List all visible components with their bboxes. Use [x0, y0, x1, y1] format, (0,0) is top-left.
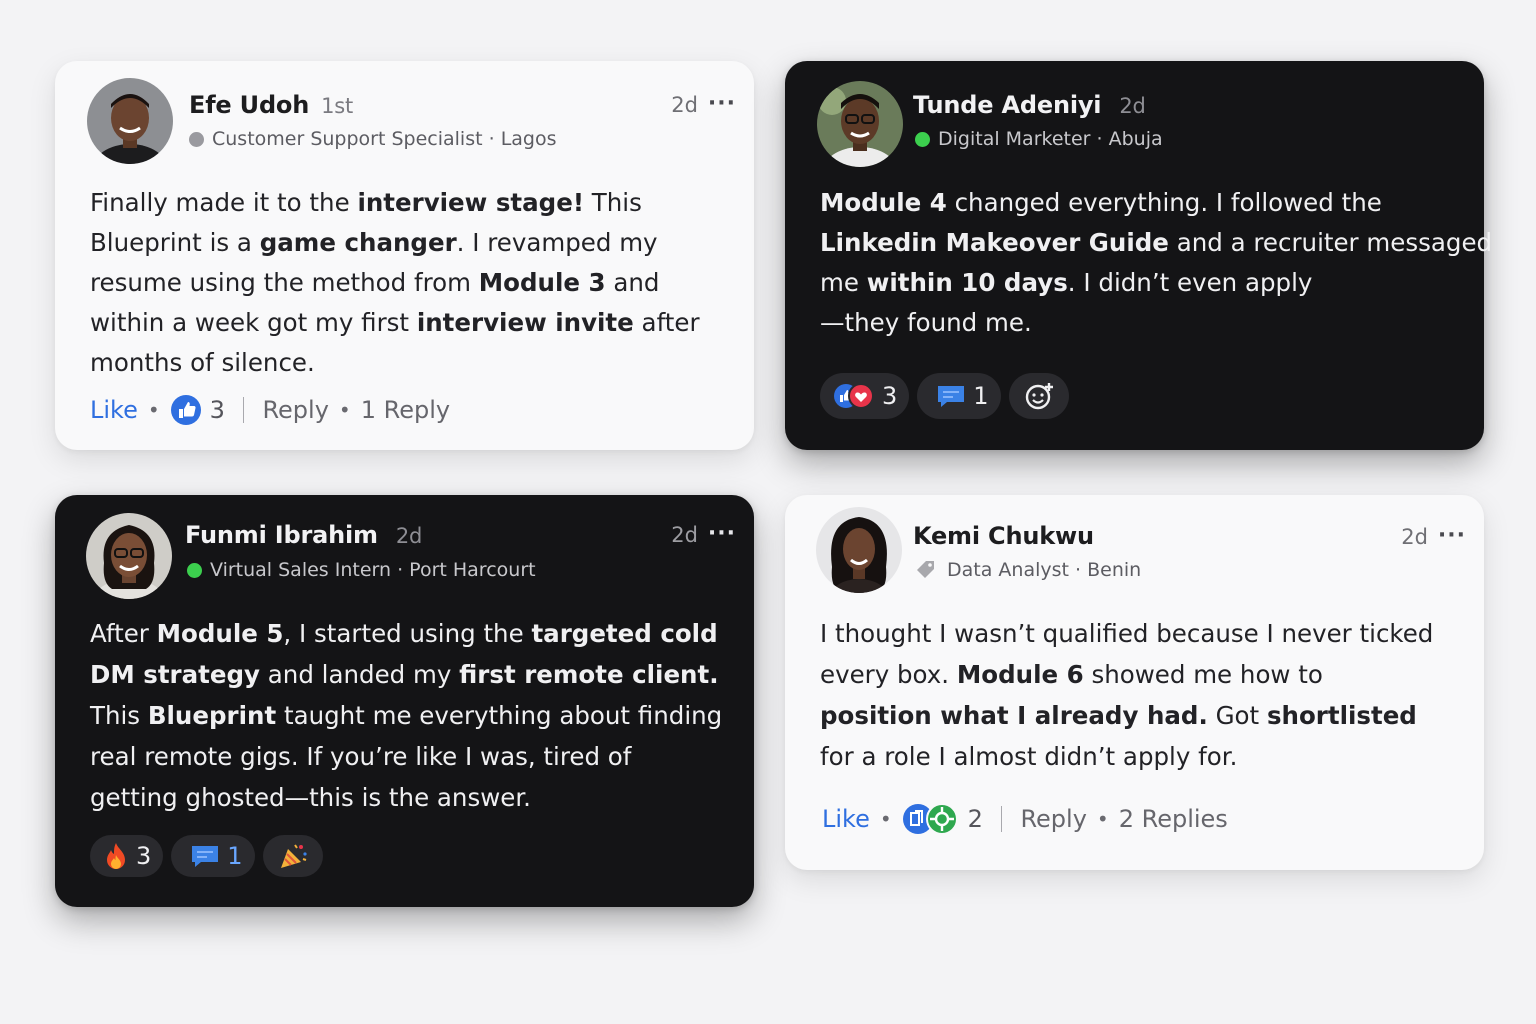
comment-icon	[189, 842, 221, 870]
post-line: Finally made it to the interview stage! …	[90, 188, 642, 217]
reply-button[interactable]: Reply	[262, 396, 328, 424]
separator-dot: •	[879, 807, 892, 831]
post-line: —they found me.	[820, 308, 1032, 337]
replies-link[interactable]: 2 Replies	[1119, 805, 1228, 833]
post-line: Linkedin Makeover Guide and a recruiter …	[820, 228, 1493, 257]
author-headline: Virtual Sales Intern · Port Harcourt	[187, 559, 536, 581]
reaction-count[interactable]: 2	[968, 805, 983, 833]
author-headline: Digital Marketer · Abuja	[915, 128, 1163, 150]
separator-dot: •	[338, 398, 351, 422]
author-title: Data Analyst	[947, 559, 1069, 581]
author-title: Virtual Sales Intern	[210, 559, 392, 581]
add-reaction-pill[interactable]	[1008, 373, 1069, 419]
more-options-icon[interactable]: ···	[708, 91, 736, 116]
post-time: 2d	[671, 93, 698, 117]
post-card-tunde-adeniyi: Tunde Adeniyi 2d Digital Marketer · Abuja…	[785, 61, 1492, 450]
post-time: 2d	[1401, 525, 1428, 549]
post-line: for a role I almost didn’t apply for.	[820, 742, 1238, 771]
author-headline: Data Analyst · Benin	[915, 559, 1141, 581]
author-name-text[interactable]: Tunde Adeniyi	[913, 91, 1102, 119]
thumbs-up-icon[interactable]	[170, 394, 202, 426]
connection-degree: 1st	[321, 94, 354, 118]
author-location: Port Harcourt	[409, 559, 536, 581]
avatar[interactable]	[816, 507, 902, 593]
like-button[interactable]: Like	[822, 805, 870, 833]
online-status-dot	[187, 562, 202, 578]
reply-button[interactable]: Reply	[1020, 805, 1086, 833]
post-card-kemi-chukwu: Kemi Chukwu Data Analyst · Benin 2d ··· …	[785, 495, 1484, 870]
post-body: Finally made it to the interview stage! …	[90, 183, 700, 383]
author-location: Benin	[1087, 559, 1142, 581]
avatar[interactable]	[817, 81, 903, 167]
author-title: Customer Support Specialist	[212, 128, 483, 150]
comment-pill[interactable]: 1	[171, 835, 255, 877]
avatar[interactable]	[86, 513, 172, 599]
divider	[242, 397, 245, 423]
author-name-text[interactable]: Efe Udoh	[189, 91, 309, 119]
replies-link[interactable]: 1 Reply	[361, 396, 450, 424]
post-line: This Blueprint taught me everything abou…	[90, 701, 723, 730]
post-line: me within 10 days. I didn’t even apply	[820, 268, 1313, 297]
comment-icon	[935, 382, 967, 410]
post-line: every box. Module 6 showed me how to	[820, 660, 1323, 689]
celebrate-pill[interactable]	[262, 835, 323, 877]
add-reaction-icon	[1023, 380, 1055, 412]
reaction-count: 3	[136, 842, 152, 870]
comment-count: 1	[973, 382, 989, 410]
post-line: getting ghosted—this is the answer.	[90, 783, 531, 812]
post-card-efe-udoh: Efe Udoh 1st Customer Support Specialist …	[55, 61, 754, 450]
reaction-pill[interactable]: 3	[820, 373, 910, 419]
post-actions: Like • 3 Reply • 1 Reply	[90, 394, 450, 426]
avatar[interactable]	[87, 78, 173, 164]
author-location: Lagos	[500, 128, 557, 150]
celebrate-icon	[277, 841, 309, 871]
post-line: real remote gigs. If you’re like I was, …	[90, 742, 632, 771]
post-time: 2d	[671, 523, 698, 547]
author-name[interactable]: Kemi Chukwu	[913, 522, 1094, 550]
reaction-pills: 3 1	[90, 835, 323, 877]
divider	[1000, 806, 1003, 832]
post-body: Module 4 changed everything. I followed …	[820, 183, 1492, 343]
reaction-pill[interactable]: 3	[90, 835, 164, 877]
separator-dot: •	[147, 398, 160, 422]
like-button[interactable]: Like	[90, 396, 138, 424]
author-title: Digital Marketer	[938, 128, 1091, 150]
post-time: 2d	[1119, 94, 1146, 118]
post-line: resume using the method from Module 3 an…	[90, 268, 660, 297]
reaction-count: 3	[882, 382, 898, 410]
post-card-funmi-ibrahim: Funmi Ibrahim 2d Virtual Sales Intern · P…	[55, 495, 754, 907]
online-status-dot	[915, 131, 930, 147]
separator-dot: •	[1096, 807, 1109, 831]
post-body: After Module 5, I started using the targ…	[90, 613, 722, 818]
post-line: months of silence.	[90, 348, 315, 377]
post-line: I thought I wasn’t qualified because I n…	[820, 619, 1434, 648]
post-body: I thought I wasn’t qualified because I n…	[820, 613, 1433, 777]
author-name-text[interactable]: Funmi Ibrahim	[185, 521, 378, 549]
author-headline: Customer Support Specialist · Lagos	[189, 128, 557, 150]
post-line: Module 4 changed everything. I followed …	[820, 188, 1382, 217]
post-line: DM strategy and landed my first remote c…	[90, 660, 719, 689]
reaction-stack-icon[interactable]	[902, 803, 960, 835]
author-name[interactable]: Tunde Adeniyi 2d	[913, 91, 1146, 119]
reaction-count[interactable]: 3	[210, 396, 225, 424]
fire-icon	[102, 841, 130, 871]
connection-degree: 2d	[395, 524, 423, 548]
comment-pill[interactable]: 1	[917, 373, 1001, 419]
author-name[interactable]: Efe Udoh 1st	[189, 91, 353, 119]
post-line: position what I already had. Got shortli…	[820, 701, 1417, 730]
author-name[interactable]: Funmi Ibrahim 2d	[185, 521, 422, 549]
post-line: After Module 5, I started using the targ…	[90, 619, 718, 648]
post-line: Blueprint is a game changer. I revamped …	[90, 228, 658, 257]
more-options-icon[interactable]: ···	[708, 521, 736, 546]
more-options-icon[interactable]: ···	[1438, 523, 1466, 548]
tag-icon	[915, 559, 937, 581]
status-dot	[189, 131, 204, 147]
like-love-icon	[832, 381, 876, 411]
author-location: Abuja	[1108, 128, 1163, 150]
comment-count: 1	[227, 842, 243, 870]
post-actions: Like • 2 Reply • 2 Replies	[822, 803, 1228, 835]
reaction-pills: 3 1	[820, 373, 1069, 419]
post-line: within a week got my first interview inv…	[90, 308, 700, 337]
